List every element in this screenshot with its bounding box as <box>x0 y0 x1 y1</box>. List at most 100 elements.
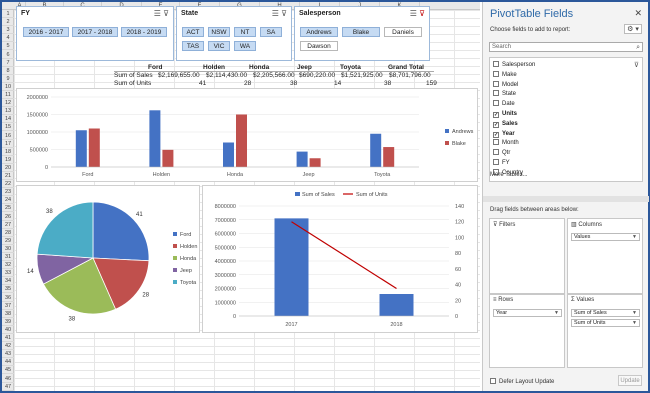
filter-icon[interactable]: ⊽ <box>634 61 639 69</box>
row-header[interactable]: 21 <box>2 172 14 180</box>
field-checkbox[interactable] <box>493 80 499 87</box>
row-header[interactable]: 9 <box>2 75 14 83</box>
defer-layout-checkbox[interactable]: Defer Layout Update <box>490 378 554 385</box>
field-item[interactable]: Salesperson <box>493 61 535 69</box>
more-tables-link[interactable]: More Tables... <box>490 172 528 178</box>
row-header[interactable]: 30 <box>2 245 14 253</box>
row-header[interactable]: 2 <box>2 18 14 27</box>
slicer-state-item[interactable]: SA <box>260 27 282 37</box>
slicer-state-item[interactable]: TAS <box>182 41 204 51</box>
field-item[interactable]: FY <box>493 159 510 167</box>
row-header[interactable]: 33 <box>2 269 14 278</box>
row-header[interactable]: 7 <box>2 59 14 67</box>
rows-area[interactable]: ≡ Rows Year ▼ <box>489 294 565 368</box>
row-header[interactable]: 44 <box>2 358 14 367</box>
chevron-down-icon[interactable]: ▼ <box>554 310 559 317</box>
field-item[interactable]: Date <box>493 100 515 108</box>
row-header[interactable]: 20 <box>2 164 14 172</box>
rows-field-pill[interactable]: Year ▼ <box>493 309 562 317</box>
row-header[interactable]: 40 <box>2 326 14 334</box>
field-checkbox[interactable] <box>493 149 499 156</box>
row-header[interactable]: 42 <box>2 342 14 351</box>
row-header[interactable]: 25 <box>2 204 14 213</box>
chevron-down-icon[interactable]: ▼ <box>632 234 637 241</box>
multi-select-icon[interactable]: ☰ <box>410 9 417 18</box>
values-field-pill[interactable]: Sum of Sales ▼ <box>571 309 640 317</box>
values-field-pill[interactable]: Sum of Units ▼ <box>571 319 640 327</box>
filters-area[interactable]: ⊽ Filters <box>489 218 565 294</box>
field-item[interactable]: State <box>493 90 516 98</box>
row-header[interactable]: 43 <box>2 350 14 359</box>
row-header[interactable]: 41 <box>2 334 14 342</box>
slicer-fy-item[interactable]: 2016 - 2017 <box>23 27 69 37</box>
field-item[interactable]: ✓ Units <box>493 110 517 118</box>
slicer-salesperson-item[interactable]: Andrews <box>300 27 338 37</box>
slicer-state-item[interactable]: WA <box>234 41 256 51</box>
slicer-state-item[interactable]: VIC <box>208 41 230 51</box>
slicer-fy-item[interactable]: 2018 - 2019 <box>121 27 167 37</box>
row-header[interactable]: 8 <box>2 67 14 75</box>
columns-field-pill[interactable]: Values ▼ <box>571 233 640 241</box>
chevron-down-icon[interactable]: ▼ <box>632 320 637 327</box>
field-item[interactable]: ✓ Sales <box>493 120 518 128</box>
pane-divider[interactable] <box>483 196 649 202</box>
gear-icon[interactable]: ⚙ ▾ <box>624 24 642 34</box>
field-item[interactable]: ✓ Year <box>493 130 515 138</box>
field-checkbox[interactable] <box>493 100 499 107</box>
row-header[interactable]: 36 <box>2 294 14 302</box>
values-area[interactable]: Σ Values Sum of Sales ▼ Sum of Units ▼ <box>567 294 643 368</box>
row-header[interactable]: 10 <box>2 83 14 91</box>
row-header[interactable]: 1 <box>2 10 14 18</box>
slicer-salesperson-item[interactable]: Blake <box>342 27 380 37</box>
combo-chart-sales-units-by-year[interactable]: 8000000 7000000 6000000 5000000 4000000 30000… <box>202 185 478 333</box>
field-checkbox[interactable]: ✓ <box>493 121 499 128</box>
row-header[interactable]: 34 <box>2 277 14 286</box>
update-button[interactable]: Update <box>618 375 642 386</box>
row-header[interactable]: 26 <box>2 213 14 221</box>
clear-filter-icon[interactable]: ⊽ <box>281 9 287 18</box>
row-header[interactable]: 4 <box>2 34 14 43</box>
field-search-input[interactable]: Search ⌕ <box>489 42 643 52</box>
row-header[interactable]: 23 <box>2 188 14 197</box>
row-header[interactable]: 24 <box>2 196 14 205</box>
pie-chart-units-by-make[interactable]: 41 28 38 14 38 Ford Holden Honda Jeep Toyota <box>16 185 200 333</box>
row-header[interactable]: 5 <box>2 42 14 51</box>
row-header[interactable]: 37 <box>2 302 14 310</box>
slicer-state-item[interactable]: NT <box>234 27 256 37</box>
field-checkbox[interactable]: ✓ <box>493 112 499 118</box>
clear-filter-icon[interactable]: ⊽ <box>163 9 169 18</box>
row-header[interactable]: 11 <box>2 91 14 99</box>
row-header[interactable]: 29 <box>2 237 14 245</box>
slicer-fy-item[interactable]: 2017 - 2018 <box>72 27 118 37</box>
row-header[interactable]: 45 <box>2 366 14 375</box>
field-checkbox[interactable] <box>493 159 499 165</box>
row-header[interactable]: 16 <box>2 132 14 140</box>
chevron-down-icon[interactable]: ▼ <box>632 310 637 317</box>
clear-filter-icon[interactable]: ⊽ <box>419 9 425 18</box>
slicer-state-item[interactable]: ACT <box>182 27 204 37</box>
row-header[interactable]: 13 <box>2 107 14 116</box>
field-checkbox[interactable]: ✓ <box>493 131 499 138</box>
multi-select-icon[interactable]: ☰ <box>154 9 161 18</box>
close-icon[interactable]: ✕ <box>634 8 642 19</box>
row-header[interactable]: 18 <box>2 148 14 156</box>
row-header[interactable]: 38 <box>2 310 14 318</box>
row-header[interactable]: 35 <box>2 285 14 294</box>
bar-chart-sales-by-make[interactable]: 2000000 1500000 1000000 500000 0 Ford Holden Ho… <box>16 88 478 182</box>
row-header[interactable]: 3 <box>2 26 14 35</box>
row-header[interactable]: 32 <box>2 261 14 270</box>
multi-select-icon[interactable]: ☰ <box>272 9 279 18</box>
pivot-table[interactable]: Ford Holden Honda Jeep Toyota Grand Tota… <box>114 64 437 88</box>
row-header[interactable]: 22 <box>2 180 14 189</box>
row-header[interactable]: 47 <box>2 383 14 391</box>
row-header[interactable]: 12 <box>2 99 14 108</box>
row-header[interactable]: 46 <box>2 375 14 383</box>
field-checkbox[interactable] <box>493 61 499 67</box>
field-checkbox[interactable] <box>493 139 499 146</box>
row-header[interactable]: 15 <box>2 123 14 132</box>
field-item[interactable]: Qtr <box>493 149 510 157</box>
field-item[interactable]: Model <box>493 80 518 89</box>
slicer-salesperson-item[interactable]: Daniels <box>384 27 422 37</box>
slicer-salesperson-item[interactable]: Dawson <box>300 41 338 51</box>
row-header[interactable]: 6 <box>2 51 14 59</box>
